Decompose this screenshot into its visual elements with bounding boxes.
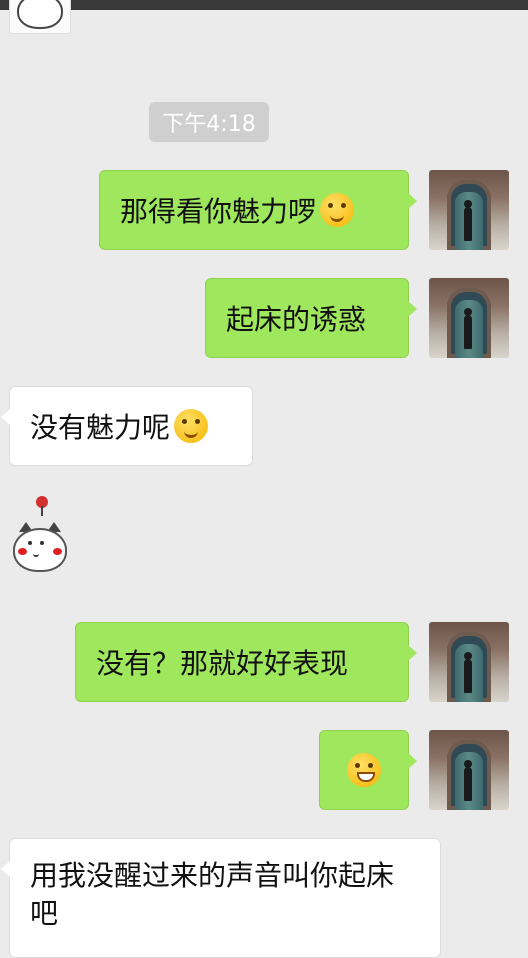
message-text: 起床的诱惑 bbox=[226, 303, 367, 336]
cat-eye-right bbox=[40, 541, 44, 545]
flower-stem bbox=[41, 506, 43, 516]
person-figure bbox=[464, 207, 472, 241]
status-bar bbox=[0, 0, 528, 10]
cat-face bbox=[13, 528, 67, 572]
contact-avatar[interactable] bbox=[9, 0, 71, 34]
cat-sticker[interactable] bbox=[9, 494, 71, 574]
my-avatar[interactable] bbox=[429, 278, 509, 358]
my-avatar[interactable] bbox=[429, 170, 509, 250]
cat-face bbox=[17, 0, 63, 29]
cat-cheek-right bbox=[53, 548, 62, 555]
person-figure bbox=[464, 767, 472, 801]
message-bubble-received[interactable]: 没有魅力呢 bbox=[1, 386, 253, 466]
person-figure bbox=[464, 315, 472, 349]
smirk-emoji-icon bbox=[320, 193, 355, 227]
message-text: 用我没醒过来的声音叫你起床吧 bbox=[30, 859, 395, 930]
blush-emoji-icon bbox=[174, 409, 209, 443]
message-bubble-sent[interactable] bbox=[319, 730, 417, 810]
my-avatar[interactable] bbox=[429, 730, 509, 810]
cat-mouth bbox=[33, 552, 39, 557]
message-bubble-sent[interactable]: 那得看你魅力啰 bbox=[99, 170, 417, 250]
cat-eye-left bbox=[28, 541, 32, 545]
timestamp: 下午4:18 bbox=[149, 102, 269, 142]
message-text: 没有魅力呢 bbox=[30, 411, 171, 444]
my-avatar[interactable] bbox=[429, 622, 509, 702]
message-text: 那得看你魅力啰 bbox=[120, 195, 317, 228]
cat-cheek-left bbox=[18, 548, 27, 555]
message-bubble-sent[interactable]: 没有？那就好好表现 bbox=[75, 622, 417, 702]
message-bubble-received[interactable]: 用我没醒过来的声音叫你起床吧 bbox=[1, 838, 441, 958]
message-bubble-sent[interactable]: 起床的诱惑 bbox=[205, 278, 417, 358]
grin-emoji-icon bbox=[347, 753, 381, 787]
message-text: 没有？那就好好表现 bbox=[96, 647, 349, 680]
person-figure bbox=[464, 659, 472, 693]
